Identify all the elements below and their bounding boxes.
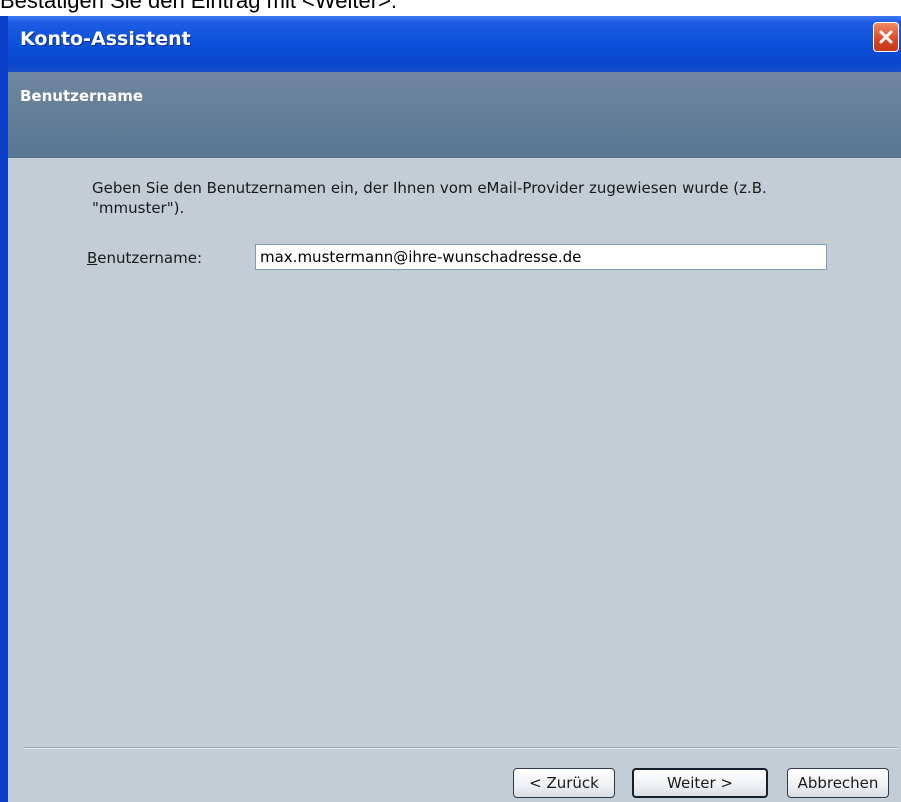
username-label-text: enutzername: bbox=[97, 249, 203, 267]
close-button[interactable] bbox=[873, 22, 899, 52]
description-text: Geben Sie den Benutzernamen ein, der Ihn… bbox=[92, 179, 767, 217]
page-header: Benutzername bbox=[8, 72, 901, 158]
next-button[interactable]: Weiter > bbox=[632, 768, 768, 798]
next-button-label: Weiter > bbox=[667, 774, 733, 792]
username-label: Benutzername: bbox=[87, 249, 202, 267]
title-bar[interactable]: Konto-Assistent bbox=[8, 16, 901, 72]
wizard-content: Geben Sie den Benutzernamen ein, der Ihn… bbox=[8, 158, 901, 802]
window-title: Konto-Assistent bbox=[20, 28, 191, 50]
username-input[interactable] bbox=[255, 244, 827, 270]
button-separator bbox=[24, 747, 897, 749]
username-label-accesskey: B bbox=[87, 249, 98, 267]
cancel-button[interactable]: Abbrechen bbox=[787, 768, 889, 798]
close-icon bbox=[879, 30, 893, 44]
page-title: Benutzername bbox=[20, 87, 144, 105]
instruction-caption: Bestätigen Sie den Eintrag mit <Weiter>. bbox=[0, 0, 398, 13]
back-button[interactable]: < Zurück bbox=[513, 768, 615, 798]
